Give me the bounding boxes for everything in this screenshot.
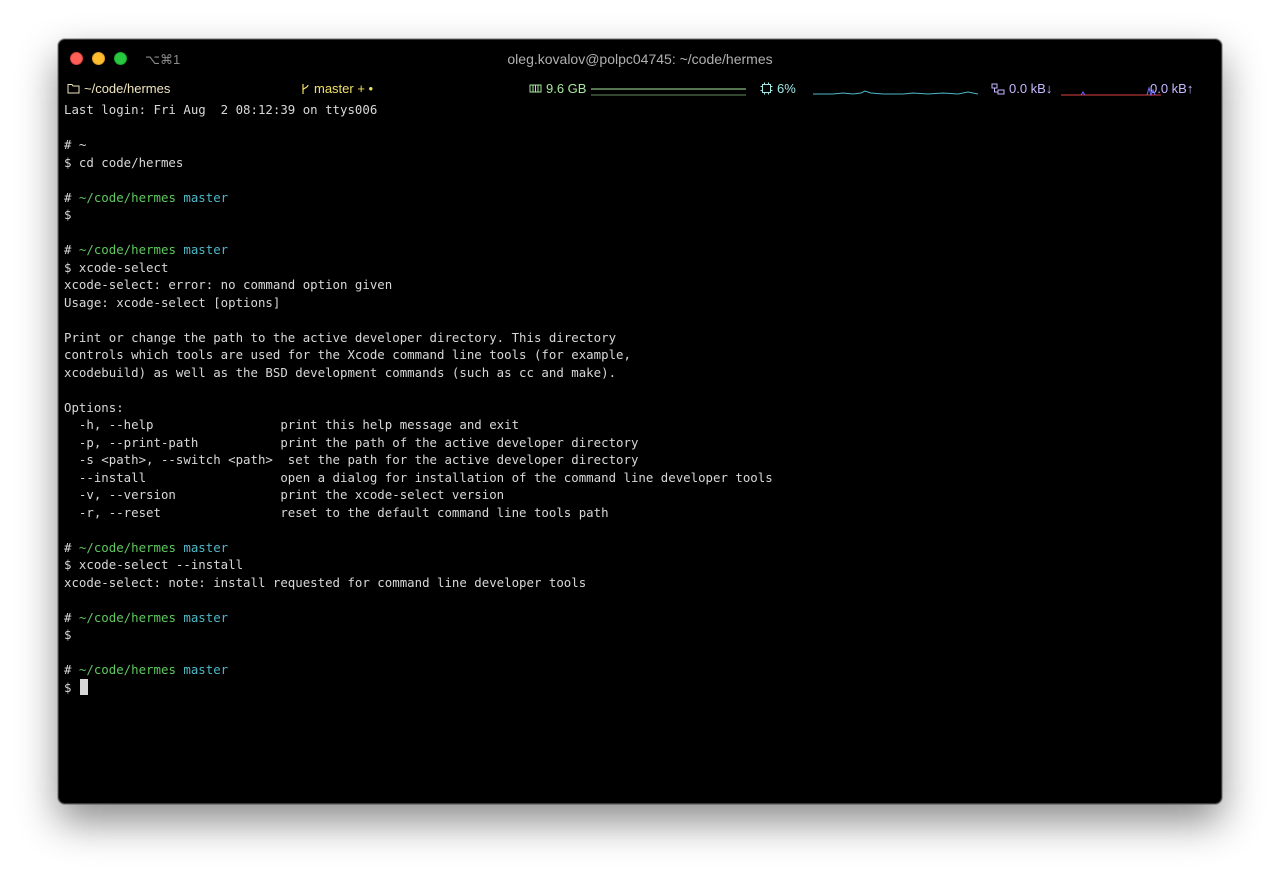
prompt-path: ~/code/hermes	[78, 609, 176, 625]
memory-icon	[529, 84, 542, 93]
option-line: -h, --help print this help message and e…	[64, 417, 520, 432]
option-line: --install open a dialog for installation…	[64, 469, 773, 485]
status-cpu: 6%	[760, 81, 796, 96]
status-memory-label: 9.6 GB	[546, 81, 587, 96]
active-command-line[interactable]: $	[64, 678, 1221, 697]
title-bar[interactable]: ⌥⌘1 oleg.kovalov@polpc04745: ~/code/herm…	[59, 40, 1221, 78]
output-line: xcodebuild) as well as the BSD developme…	[64, 364, 617, 380]
command-line: $	[64, 627, 72, 642]
prompt-line: # ~/code/hermes master	[64, 539, 229, 555]
output-line: controls which tools are used for the Xc…	[64, 347, 631, 362]
network-icon	[991, 83, 1005, 94]
last-login-line: Last login: Fri Aug 2 08:12:39 on ttys00…	[64, 102, 378, 117]
output-line: xcode-select: error: no command option g…	[64, 277, 393, 292]
status-network-down: 0.0 kB↓	[991, 81, 1052, 96]
prompt-path: ~/code/hermes	[78, 539, 176, 555]
network-graph	[1061, 86, 1161, 97]
output-line: xcode-select: note: install requested fo…	[64, 574, 587, 590]
prompt-home: # ~	[64, 137, 87, 152]
window-title: oleg.kovalov@polpc04745: ~/code/hermes	[507, 51, 773, 67]
output-line: Options:	[64, 399, 124, 415]
terminal-output[interactable]: Last login: Fri Aug 2 08:12:39 on ttys00…	[64, 101, 1221, 696]
prompt-path: ~/code/hermes	[78, 662, 176, 677]
status-branch-label: master + •	[314, 81, 374, 96]
status-net-down-label: 0.0 kB↓	[1009, 81, 1053, 96]
output-line: Usage: xcode-select [options]	[64, 294, 281, 310]
git-branch-icon	[302, 83, 309, 94]
output-line: Print or change the path to the active d…	[64, 329, 617, 345]
prompt-branch: master	[183, 609, 229, 625]
status-cpu-label: 6%	[777, 81, 796, 96]
command-line: $ xcode-select	[64, 259, 169, 275]
prompt-line: # ~/code/hermes master	[64, 609, 229, 625]
cpu-graph	[813, 90, 978, 95]
status-directory-label: ~/code/hermes	[84, 81, 171, 96]
folder-icon	[67, 84, 80, 94]
prompt-line: # ~/code/hermes master	[64, 662, 229, 677]
terminal-window: ⌥⌘1 oleg.kovalov@polpc04745: ~/code/herm…	[58, 39, 1222, 804]
option-line: -r, --reset reset to the default command…	[64, 504, 609, 520]
prompt-branch: master	[183, 539, 229, 555]
status-git-branch[interactable]: master + •	[301, 81, 373, 96]
command-line: $ cd code/hermes	[64, 154, 184, 170]
prompt-line: # ~/code/hermes master	[64, 189, 229, 205]
prompt-branch: master	[183, 189, 229, 205]
option-line: -v, --version print the xcode-select ver…	[64, 487, 505, 502]
prompt-branch: master	[183, 242, 229, 257]
option-line: -p, --print-path print the path of the a…	[64, 434, 639, 450]
prompt-symbol: $	[64, 679, 72, 695]
status-directory[interactable]: ~/code/hermes	[67, 81, 170, 96]
prompt-path: ~/code/hermes	[78, 189, 176, 205]
status-memory: 9.6 GB	[529, 81, 586, 96]
text-cursor	[79, 678, 88, 695]
prompt-path: ~/code/hermes	[78, 242, 176, 257]
cpu-icon	[760, 82, 773, 95]
prompt-line: # ~/code/hermes master	[64, 242, 229, 257]
option-line: -s <path>, --switch <path> set the path …	[64, 452, 639, 467]
prompt-branch: master	[183, 662, 229, 677]
command-line: $	[64, 207, 72, 222]
memory-graph	[591, 88, 746, 96]
command-line: $ xcode-select --install	[64, 557, 244, 572]
